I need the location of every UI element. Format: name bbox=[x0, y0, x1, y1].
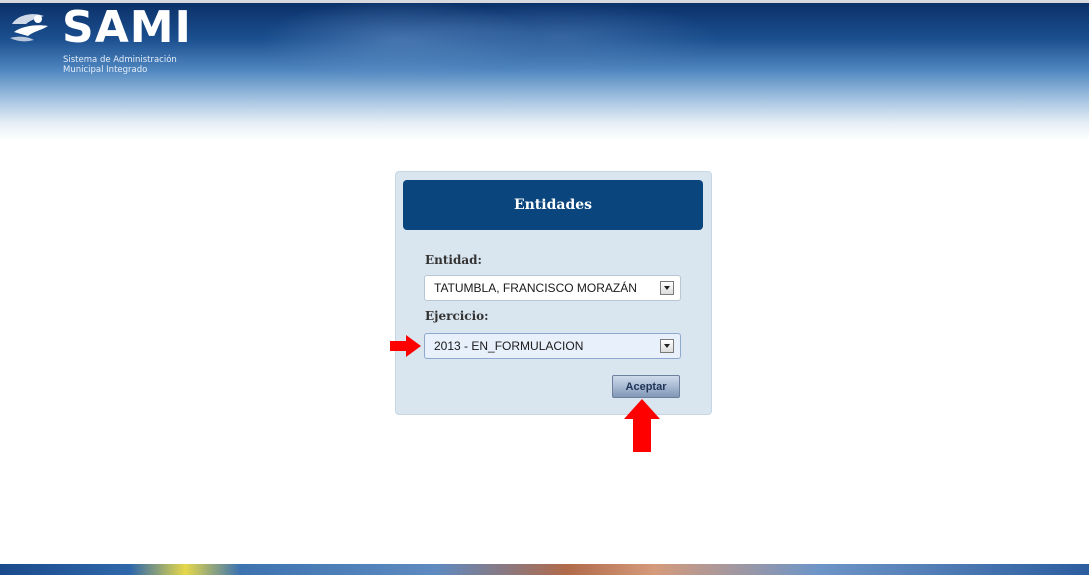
page-footer-banner bbox=[0, 564, 1089, 575]
entidad-select[interactable]: TATUMBLA, FRANCISCO MORAZÁN bbox=[424, 275, 681, 301]
entidad-selected-value: TATUMBLA, FRANCISCO MORAZÁN bbox=[434, 281, 637, 295]
logo-subtitle: Sistema de Administración Municipal Inte… bbox=[63, 55, 177, 75]
aceptar-button[interactable]: Aceptar bbox=[612, 375, 680, 398]
chevron-down-icon[interactable] bbox=[660, 339, 674, 353]
arrow-up-icon bbox=[624, 399, 660, 452]
arrow-right-icon bbox=[390, 335, 421, 357]
logo-title: SAMI bbox=[62, 2, 192, 53]
logo-subtitle-line2: Municipal Integrado bbox=[63, 65, 148, 75]
entidad-label: Entidad: bbox=[425, 253, 482, 267]
logo-subtitle-line1: Sistema de Administración bbox=[63, 55, 177, 65]
sami-logo-icon bbox=[10, 14, 48, 42]
chevron-down-icon[interactable] bbox=[660, 281, 674, 295]
panel-title: Entidades bbox=[403, 180, 703, 230]
ejercicio-selected-value: 2013 - EN_FORMULACION bbox=[434, 339, 584, 353]
ejercicio-label: Ejercicio: bbox=[425, 309, 489, 323]
ejercicio-select[interactable]: 2013 - EN_FORMULACION bbox=[424, 333, 681, 359]
entidades-panel: Entidades Entidad: TATUMBLA, FRANCISCO M… bbox=[395, 171, 712, 415]
page-header: SAMI Sistema de Administración Municipal… bbox=[0, 0, 1089, 140]
